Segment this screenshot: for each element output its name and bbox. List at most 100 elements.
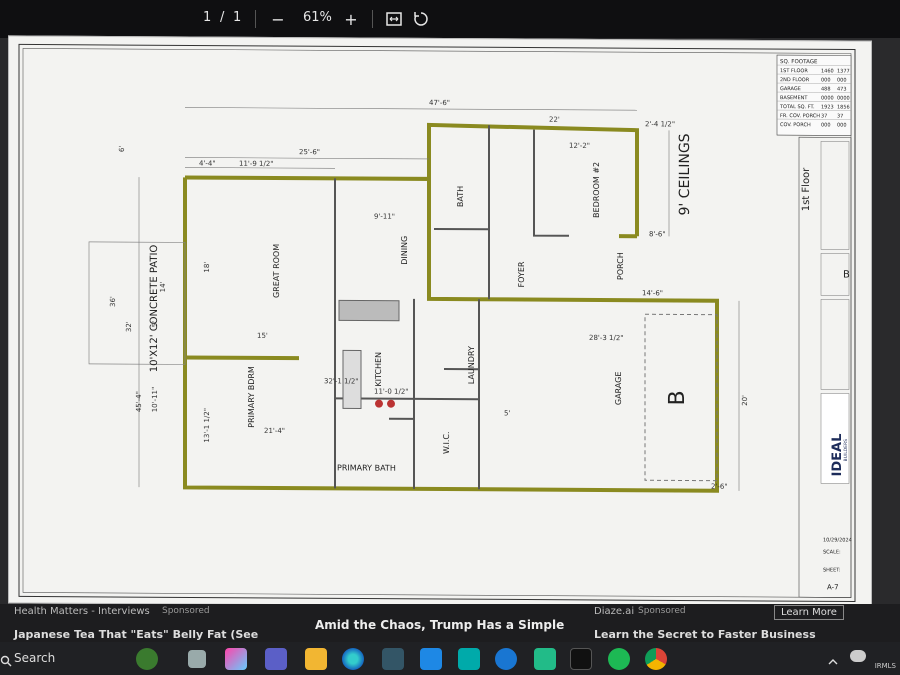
page-separator: / [220, 10, 225, 25]
dim-2-4: 2'-4 1/2" [645, 120, 675, 128]
exterior-walls [183, 122, 719, 493]
learn-more-button[interactable]: Learn More [774, 605, 844, 620]
dim-14: 14' [159, 281, 167, 292]
dim-45-4: 45'-4" [135, 391, 143, 412]
app-icon[interactable] [534, 648, 556, 670]
room-garage: GARAGE [614, 372, 623, 406]
dim-9-11: 9'-11" [374, 213, 395, 221]
dim-2-6: 2'-6" [711, 483, 728, 491]
ceiling-height-note: 9' CEILINGS [677, 133, 693, 215]
news-right-headline[interactable]: Learn the Secret to Faster Business [594, 628, 816, 641]
zoom-level[interactable]: 61% [303, 10, 332, 25]
news-center-headline[interactable]: Amid the Chaos, Trump Has a Simple [315, 618, 564, 632]
toolbar-divider [255, 10, 256, 28]
taskbar-search[interactable]: Search [14, 651, 55, 665]
dim-21-4: 21'-4" [264, 427, 285, 435]
dim-25-6: 25'-6" [299, 148, 320, 156]
room-bedroom-2: BEDROOM #2 [592, 162, 601, 218]
dim-13-1: 13'-1 1/2" [203, 408, 211, 443]
garage-plan-letter: B [665, 390, 690, 405]
table-cell: 000 [821, 122, 831, 128]
title-scale-label: SCALE: [823, 549, 841, 555]
page-total: 1 [233, 10, 242, 25]
room-primary-bdrm: PRIMARY BDRM [247, 366, 256, 428]
spotify-icon[interactable] [608, 648, 630, 670]
table-cell: 488 [821, 86, 831, 92]
dim-12-2: 12'-2" [569, 142, 590, 150]
task-view-icon[interactable] [188, 650, 206, 668]
zoom-out-button[interactable]: − [267, 8, 289, 30]
dim-18: 18' [203, 262, 211, 273]
widgets-icon[interactable] [136, 648, 158, 670]
tiktok-icon[interactable] [570, 648, 592, 670]
news-right-source[interactable]: Diaze.ai [594, 606, 634, 617]
table-row-label: COV. PORCH [780, 122, 811, 128]
windows-taskbar: Search IRMLS [0, 642, 900, 675]
zoom-in-button[interactable]: + [340, 8, 362, 30]
table-row-label: BASEMENT [780, 95, 808, 101]
table-row-label: TOTAL SQ. FT. [779, 104, 815, 110]
news-right-tag: Sponsored [638, 606, 686, 616]
patio-label: 10'X12' CONCRETE PATIO [149, 245, 160, 373]
chrome-icon[interactable] [645, 648, 667, 670]
sq-footage-title: SQ. FOOTAGE [780, 59, 818, 65]
search-icon[interactable] [0, 652, 12, 671]
chevron-up-icon[interactable] [828, 652, 838, 665]
dim-5-ft: 5' [504, 409, 510, 417]
dim-15: 15' [257, 332, 268, 340]
news-left-source[interactable]: Health Matters - Interviews [14, 606, 150, 617]
table-row-label: 1ST FLOOR [780, 68, 808, 74]
circle-app-icon[interactable] [495, 648, 517, 670]
dim-11-0: 11'-0 1/2" [374, 388, 409, 396]
room-dining: DINING [400, 236, 409, 265]
title-plan-letter: B [843, 269, 850, 280]
fit-page-icon[interactable] [383, 8, 405, 30]
table-cell: 1856 [837, 104, 850, 110]
dim-11-9: 11'-9 1/2" [239, 160, 274, 168]
patio-outline [88, 241, 186, 365]
dim-6: 6' [118, 146, 126, 153]
page-current[interactable]: 1 [203, 10, 211, 25]
table-cell: 1923 [821, 104, 834, 110]
table-cell: 473 [837, 86, 847, 92]
brand-logo: IDEAL [830, 434, 845, 477]
table-row-label: GARAGE [780, 86, 801, 92]
table-row-label: FR. COV. PORCH [780, 113, 820, 119]
teams-icon[interactable] [265, 648, 287, 670]
pdf-toolbar: 1 / 1 − 61% + [0, 0, 900, 38]
app-icon[interactable] [458, 648, 480, 670]
watermark-badge: IRMLS [874, 662, 896, 670]
table-cell: 37 [821, 113, 827, 119]
dim-22: 22' [549, 116, 560, 124]
dim-4-4: 4'-4" [199, 160, 216, 168]
dim-36: 36' [109, 296, 117, 307]
brand-sub: BUILDERS [843, 439, 849, 462]
document-viewport[interactable]: GREAT ROOM PRIMARY BDRM PRIMARY BATH KIT… [0, 35, 900, 609]
rotate-icon[interactable] [410, 8, 432, 30]
mail-icon[interactable] [420, 648, 442, 670]
room-kitchen: KITCHEN [374, 352, 383, 387]
file-explorer-icon[interactable] [305, 648, 327, 670]
range-burner-icon [387, 399, 395, 408]
weather-cloud-icon[interactable] [850, 650, 866, 662]
store-icon[interactable] [382, 648, 404, 670]
room-porch: PORCH [616, 252, 625, 280]
title-sheet-label: SHEET: [823, 567, 841, 573]
table-cell: 1377 [837, 68, 850, 74]
table-cell: 37 [837, 113, 843, 119]
dim-32: 32' [125, 321, 133, 332]
table-cell: 0000 [837, 95, 850, 101]
dim-32-1: 32'-1 1/2" [324, 377, 359, 385]
room-foyer: FOYER [517, 261, 526, 287]
dim-20: 20' [741, 395, 749, 406]
table-row-label: 2ND FLOOR [780, 77, 810, 83]
floor-plan-sheet: GREAT ROOM PRIMARY BDRM PRIMARY BATH KIT… [8, 35, 872, 609]
dim-overall-width: 47'-6" [429, 99, 450, 107]
news-left-headline[interactable]: Japanese Tea That "Eats" Belly Fat (See [14, 628, 258, 641]
edge-icon[interactable] [342, 648, 364, 670]
dim-28-3: 28'-3 1/2" [589, 334, 624, 342]
copilot-icon[interactable] [225, 648, 247, 670]
news-feed-bar: Health Matters - Interviews Sponsored Ja… [0, 604, 900, 642]
floor-plan-drawing: GREAT ROOM PRIMARY BDRM PRIMARY BATH KIT… [18, 43, 856, 603]
toolbar-divider [372, 10, 373, 28]
